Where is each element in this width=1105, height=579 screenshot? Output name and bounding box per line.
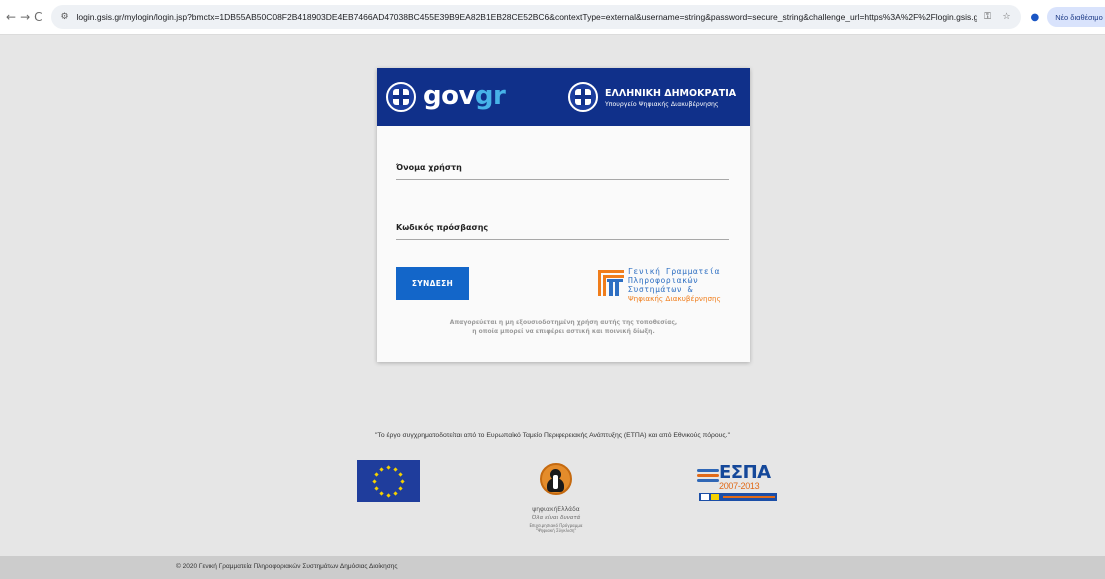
back-icon[interactable]: ← (6, 8, 16, 26)
gsis-mark-icon (598, 270, 624, 296)
browser-toolbar: ← → C ⚙ login.gsis.gr/mylogin/login.jsp?… (0, 0, 1105, 35)
card-header: govgr ΕΛΛΗΝΙΚΗ ΔΗΜΟΚΡΑΤΙΑ Υπουργείο Ψηφι… (377, 68, 750, 126)
digital-greece-logo: ψηφιακήΕλλάδα Όλα είναι δυνατά Επιχειρησ… (528, 460, 608, 540)
espa-wordmark: ΕΣΠΑ (719, 462, 771, 483)
profile-icon[interactable]: ● (1031, 8, 1040, 26)
gsis-line-2: Πληροφοριακών (628, 276, 699, 285)
login-button[interactable]: ΣΥΝΔΕΣΗ (396, 267, 469, 300)
password-key-icon[interactable]: ⚿ (980, 9, 996, 25)
digital-greece-wordmark: ψηφιακήΕλλάδα (532, 506, 580, 513)
password-input[interactable] (396, 219, 729, 239)
copyright-text: © 2020 Γενική Γραμματεία Πληροφοριακών Σ… (176, 563, 398, 570)
unauthorized-use-warning: Απαγορεύεται η μη εξουσιοδοτημένη χρήση … (449, 319, 678, 335)
chrome-update-pill[interactable]: Νέο διαθέσιμο Chrome (1047, 7, 1105, 27)
username-underline (396, 179, 729, 180)
url-text[interactable]: login.gsis.gr/mylogin/login.jsp?bmctx=1D… (77, 12, 977, 22)
login-card: govgr ΕΛΛΗΝΙΚΗ ΔΗΜΟΚΡΑΤΙΑ Υπουργείο Ψηφι… (377, 68, 750, 362)
ministry-subtitle: Υπουργείο Ψηφιακής Διακυβέρνησης (605, 101, 719, 108)
bookmark-star-icon[interactable]: ☆ (999, 9, 1015, 25)
gsis-logo: Γενική Γραμματεία Πληροφοριακών Συστημάτ… (598, 264, 733, 304)
footer-bar: © 2020 Γενική Γραμματεία Πληροφοριακών Σ… (0, 556, 1105, 579)
username-input[interactable] (396, 159, 729, 179)
digital-greece-tagline: Όλα είναι δυνατά (531, 515, 581, 521)
eu-flag-icon (357, 460, 420, 502)
site-settings-icon[interactable]: ⚙ (57, 9, 73, 25)
digital-greece-program-name: "Ψηφιακή Σύγκλιση" (535, 528, 577, 533)
gsis-line-3: Συστημάτων & (628, 285, 693, 294)
gsis-line-1: Γενική Γραμματεία (628, 267, 721, 276)
password-underline (396, 239, 729, 240)
funding-note: "Το έργο συγχρηματοδοτείται από το Ευρωπ… (375, 432, 730, 439)
greek-emblem-icon (386, 82, 416, 112)
forward-icon[interactable]: → (20, 8, 30, 26)
reload-icon[interactable]: C (34, 8, 42, 26)
address-bar[interactable]: ⚙ login.gsis.gr/mylogin/login.jsp?bmctx=… (50, 5, 1021, 29)
greek-emblem-icon (568, 82, 598, 112)
espa-flags-strip (699, 493, 777, 501)
espa-logo: ΕΣΠΑ 2007-2013 (697, 463, 787, 503)
govgr-logo: govgr (423, 81, 506, 111)
espa-waves-icon (697, 469, 719, 485)
espa-years: 2007-2013 (719, 481, 760, 491)
republic-title: ΕΛΛΗΝΙΚΗ ΔΗΜΟΚΡΑΤΙΑ (605, 88, 737, 99)
gsis-line-4: Ψηφιακής Διακυβέρνησης (628, 294, 721, 303)
